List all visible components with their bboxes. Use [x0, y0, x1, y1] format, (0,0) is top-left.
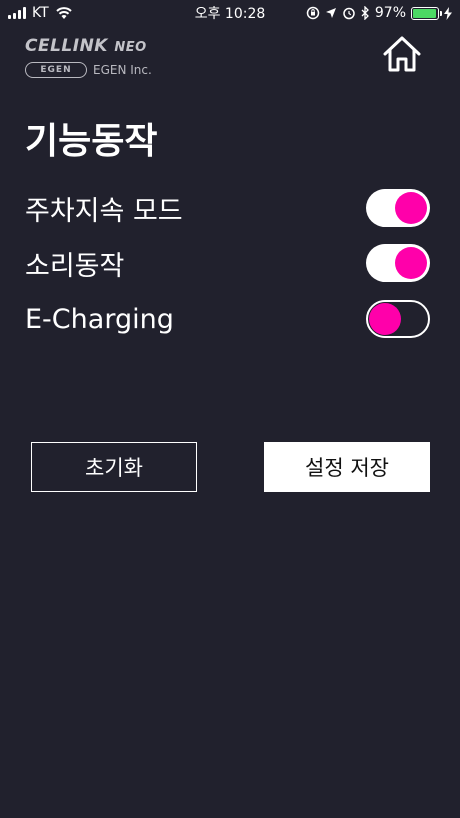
page-title: 기능동작: [25, 121, 158, 162]
brand-suffix: NEO: [114, 40, 147, 55]
status-bar: KT 오후 10:28 97%: [0, 0, 460, 26]
carrier-label: KT: [32, 5, 49, 21]
location-icon: [325, 8, 336, 18]
save-settings-button[interactable]: 설정 저장: [264, 442, 430, 492]
company-badge: EGEN: [25, 62, 87, 78]
setting-label: 주차지속 모드: [25, 195, 183, 227]
status-right: 97%: [306, 5, 460, 21]
signal-icon: [8, 7, 26, 19]
setting-row-parking-mode: 주차지속 모드: [25, 188, 430, 228]
company-logo: EGEN EGEN Inc.: [25, 62, 152, 78]
charging-icon: [444, 6, 452, 20]
e-charging-toggle[interactable]: [366, 300, 430, 338]
home-icon: [383, 36, 421, 72]
brand-logo: CELLINK NEO: [25, 36, 147, 56]
status-left: KT: [0, 5, 73, 21]
battery-icon: [411, 6, 442, 20]
setting-row-sound: 소리동작: [25, 243, 430, 283]
setting-row-e-charging: E-Charging: [25, 299, 430, 339]
sound-toggle[interactable]: [366, 244, 430, 282]
toggle-knob: [369, 303, 401, 335]
battery-level: [413, 8, 437, 18]
parking-mode-toggle[interactable]: [366, 189, 430, 227]
wifi-icon: [55, 7, 72, 19]
company-name: EGEN Inc.: [93, 63, 152, 77]
battery-percent: 97%: [374, 5, 406, 21]
setting-label: 소리동작: [25, 250, 125, 282]
reset-button[interactable]: 초기화: [31, 442, 197, 492]
toggle-knob: [395, 247, 427, 279]
setting-label: E-Charging: [25, 303, 174, 335]
home-button[interactable]: [380, 34, 424, 74]
alarm-icon: [343, 7, 355, 20]
brand-name: CELLINK: [25, 36, 108, 56]
bluetooth-icon: [361, 6, 369, 20]
toggle-knob: [395, 192, 427, 224]
screen-lock-icon: [306, 6, 320, 20]
